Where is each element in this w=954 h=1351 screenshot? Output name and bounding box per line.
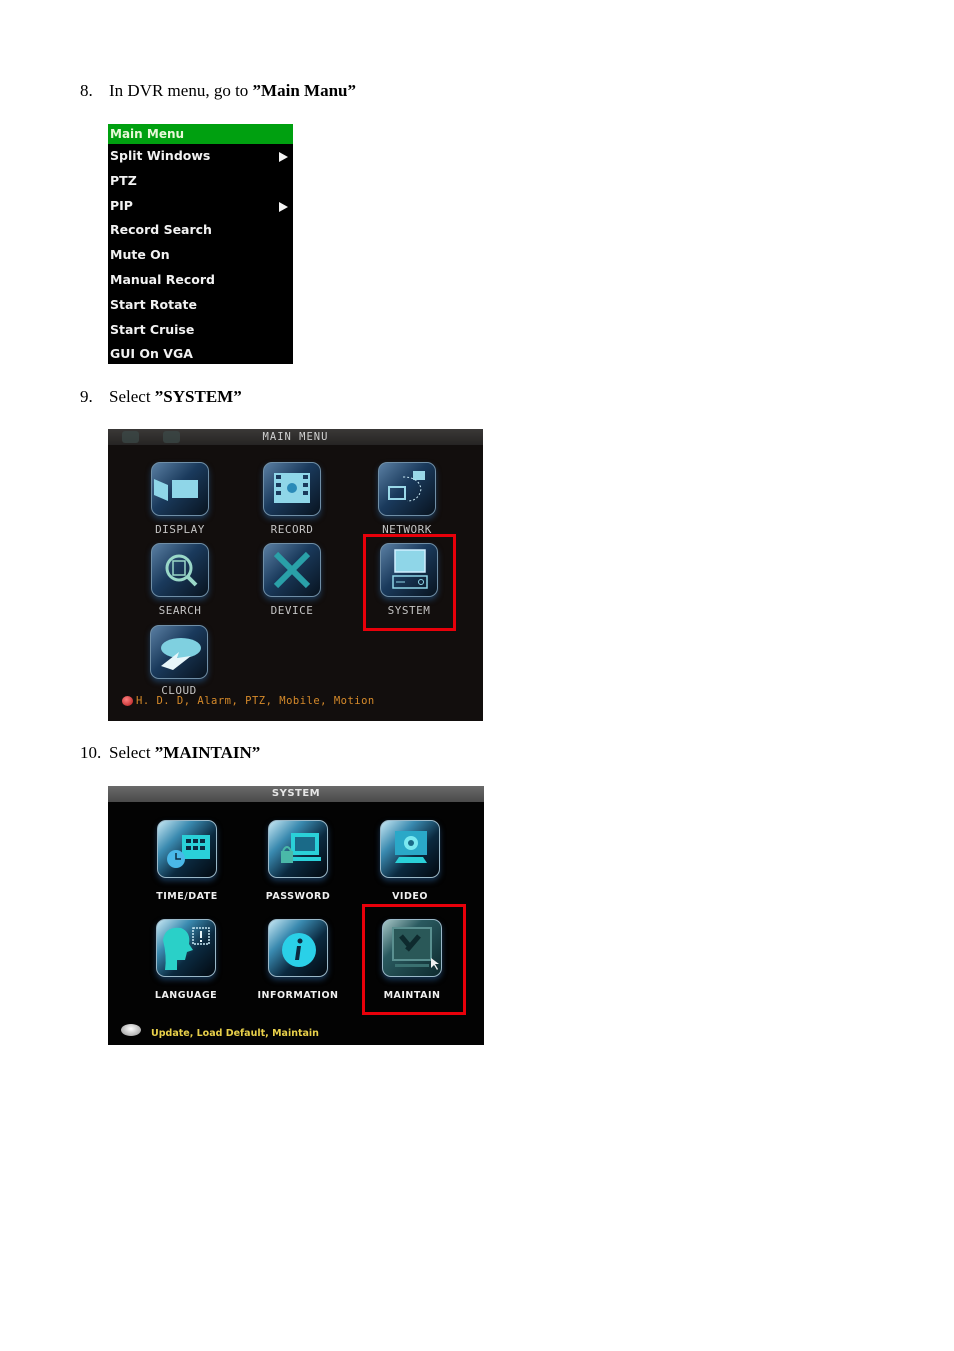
step-number: 8.	[80, 81, 93, 100]
step-text: In DVR menu, go to	[109, 81, 253, 100]
maintain-highlight-box	[362, 904, 466, 1015]
main-menu-grid-title: MAIN MENU	[262, 431, 329, 443]
tile-label: INFORMATION	[257, 990, 339, 1001]
main-menu-screenshot: Main Menu Split Windows PTZ PIP Record S…	[108, 124, 293, 364]
video-monitor-icon	[380, 820, 440, 878]
tile-device[interactable]: DEVICE	[242, 543, 342, 617]
toolbar-icon[interactable]	[122, 431, 139, 443]
step-text: Select	[109, 387, 155, 406]
main-menu-grid-titlebar: MAIN MENU	[108, 429, 483, 445]
menu-item-label: GUI On VGA	[110, 346, 193, 362]
menu-item-mute-on[interactable]: Mute On	[108, 243, 293, 268]
lock-computer-icon	[268, 820, 328, 878]
menu-item-ptz[interactable]: PTZ	[108, 169, 293, 194]
tile-record[interactable]: RECORD	[242, 462, 342, 536]
tile-label: DEVICE	[270, 604, 314, 617]
main-menu-grid-screenshot: MAIN MENU DISPLAY RECORD NETWORK SEARCH …	[108, 429, 483, 721]
main-menu-title: Main Menu	[108, 124, 293, 144]
step-emphasis: ”MAINTAIN”	[154, 743, 261, 762]
status-bar: Update, Load Default, Maintain	[121, 1024, 319, 1039]
status-text: H. D. D, Alarm, PTZ, Mobile, Motion	[136, 695, 375, 707]
step-9: 9. Select ”SYSTEM”	[80, 387, 242, 407]
menu-item-label: Split Windows	[110, 148, 211, 163]
tile-label: PASSWORD	[265, 891, 331, 902]
system-grid-titlebar: SYSTEM	[108, 786, 484, 802]
cloud-icon	[150, 625, 208, 679]
magnifier-icon	[151, 543, 209, 597]
menu-item-pip[interactable]: PIP	[108, 194, 293, 219]
tile-cloud[interactable]: CLOUD	[129, 625, 229, 697]
step-text: Select	[109, 743, 155, 762]
submenu-arrow-icon	[279, 152, 288, 162]
menu-item-gui-on-vga[interactable]: GUI On VGA	[108, 342, 293, 367]
status-text: Update, Load Default, Maintain	[151, 1028, 319, 1039]
tile-display[interactable]: DISPLAY	[130, 462, 230, 536]
menu-item-label: Start Cruise	[110, 321, 195, 337]
toolbar-icon[interactable]	[163, 431, 180, 443]
tile-time-date[interactable]: TIME/DATE	[137, 820, 237, 902]
menu-item-split-windows[interactable]: Split Windows	[108, 144, 293, 169]
menu-item-label: PTZ	[110, 172, 137, 188]
menu-item-label: Start Rotate	[110, 296, 197, 312]
menu-item-start-rotate[interactable]: Start Rotate	[108, 293, 293, 318]
tools-icon	[263, 543, 321, 597]
speaking-head-icon	[156, 919, 216, 977]
menu-item-label: Manual Record	[110, 271, 215, 287]
menu-item-record-search[interactable]: Record Search	[108, 218, 293, 243]
menu-item-manual-record[interactable]: Manual Record	[108, 268, 293, 293]
menu-item-label: Record Search	[110, 222, 212, 238]
tile-network[interactable]: NETWORK	[357, 462, 457, 536]
tile-label: LANGUAGE	[154, 990, 218, 1001]
tile-search[interactable]: SEARCH	[130, 543, 230, 617]
calendar-clock-icon	[157, 820, 217, 878]
step-emphasis: ”SYSTEM”	[154, 387, 242, 406]
submenu-arrow-icon	[279, 201, 288, 212]
step-number: 10.	[80, 743, 102, 762]
tile-language[interactable]: LANGUAGE	[136, 919, 236, 1001]
tile-password[interactable]: PASSWORD	[248, 820, 348, 902]
step-number: 9.	[80, 387, 93, 406]
tile-label: TIME/DATE	[156, 891, 218, 902]
step-emphasis: ”Main Manu”	[252, 81, 356, 100]
tile-video[interactable]: VIDEO	[360, 820, 460, 902]
status-bar: H. D. D, Alarm, PTZ, Mobile, Motion	[122, 695, 375, 707]
film-icon	[263, 462, 321, 516]
system-grid-title: SYSTEM	[271, 788, 321, 799]
step-8: 8. In DVR menu, go to ”Main Manu”	[80, 81, 356, 101]
alert-dot-icon	[122, 696, 133, 706]
tile-label: DISPLAY	[155, 523, 205, 536]
system-highlight-box	[363, 534, 456, 631]
tile-label: SEARCH	[158, 604, 202, 617]
tile-label: RECORD	[270, 523, 314, 536]
step-10: 10. Select ”MAINTAIN”	[80, 743, 260, 763]
tile-label: VIDEO	[392, 891, 428, 902]
tile-information[interactable]: INFORMATION	[248, 919, 348, 1001]
menu-item-label: Mute On	[110, 247, 170, 263]
display-icon	[151, 462, 209, 516]
network-icon	[378, 462, 436, 516]
menu-item-label: PIP	[110, 197, 133, 213]
system-grid-screenshot: SYSTEM TIME/DATE PASSWORD VIDEO LANGUAGE…	[108, 786, 484, 1045]
disc-icon	[121, 1024, 141, 1036]
info-icon	[268, 919, 328, 977]
menu-item-start-cruise[interactable]: Start Cruise	[108, 318, 293, 343]
